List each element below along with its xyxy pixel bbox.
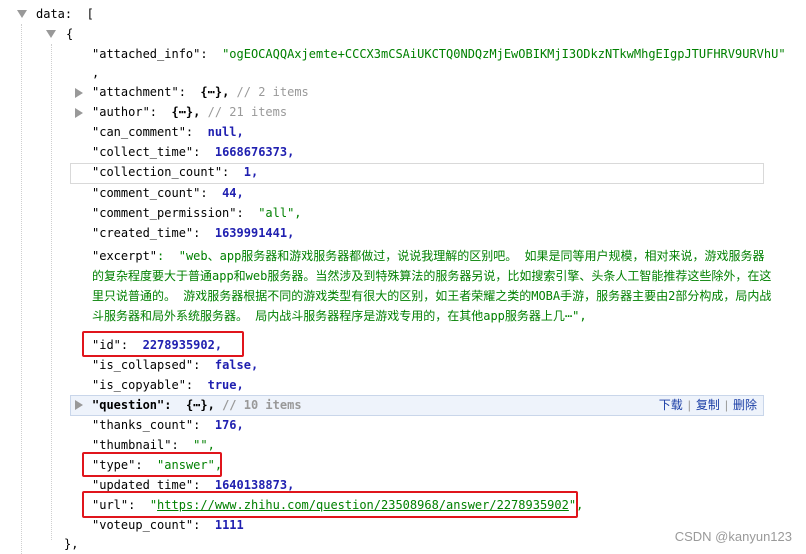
download-button[interactable]: 下载 [659,398,683,412]
collapse-toggle-icon[interactable] [75,108,83,118]
root-key-row: data: [ [36,7,94,21]
key-attached-info: "attached_info" [92,47,201,61]
expand-toggle-icon[interactable] [17,10,27,18]
key-is-collapsed: "is_collapsed" [92,358,194,372]
tree-guide-line [51,44,52,540]
collapsed-object[interactable]: {⋯}, [171,105,200,119]
key-comment-count: "comment_count" [92,186,201,200]
key-author: "author" [92,105,150,119]
field-comment-count: "comment_count": 44, [92,186,244,200]
field-created-time: "created_time": 1639991441, [92,226,295,240]
field-collection-count: "collection_count": 1, [92,165,259,179]
field-question[interactable]: "question": {⋯}, // 10 items [92,396,302,414]
field-is-collapsed: "is_collapsed": false, [92,358,259,372]
field-collect-time: "collect_time": 1668676373, [92,145,295,159]
field-thanks-count: "thanks_count": 176, [92,418,244,432]
field-comment-permission: "comment_permission": "all", [92,206,302,220]
key-excerpt: "excerpt" [92,249,158,263]
object-close-brace: }, [64,537,79,551]
tree-guide-line [21,24,22,554]
watermark: CSDN @kanyun123 [674,529,792,544]
value-thanks-count: 176, [214,418,244,432]
comma: , [92,66,100,80]
key-thanks-count: "thanks_count" [92,418,194,432]
collapsed-object[interactable]: {⋯}, [186,398,215,412]
key-is-copyable: "is_copyable" [92,378,186,392]
field-is-copyable: "is_copyable": true, [92,378,244,392]
key-can-comment: "can_comment" [92,125,186,139]
copy-button[interactable]: 复制 [696,398,720,412]
value-comment-count: 44, [222,186,244,200]
value-updated-time: 1640138873, [214,478,295,492]
key-attachment: "attachment" [92,85,179,99]
value-collection-count: 1, [243,165,259,179]
highlight-box-id [82,331,244,357]
field-attached-info: "attached_info": "ogEOCAQQAxjemte+CCCX3m… [92,47,786,61]
value-is-copyable: true, [207,378,244,392]
highlight-box-type [82,452,222,477]
key-voteup-count: "voteup_count" [92,518,194,532]
value-comment-permission: "all", [258,206,302,220]
collapse-toggle-icon[interactable] [75,400,83,410]
key-thumbnail: "thumbnail" [92,438,172,452]
value-excerpt: "web、app服务器和游戏服务器都做过，说说我理解的区别吧。 如果是同等用户规… [92,249,772,323]
items-comment: // 21 items [207,105,288,119]
row-actions: 下载 | 复制 | 删除 [659,396,757,415]
field-attachment[interactable]: "attachment": {⋯}, // 2 items [92,83,309,101]
object-open-brace: { [66,27,74,41]
highlight-box-url [82,491,578,518]
key-updated-time: "updated_time" [92,478,194,492]
delete-button[interactable]: 删除 [733,398,757,412]
key-collection-count: "collection_count" [92,165,223,179]
field-voteup-count: "voteup_count": 1111 [92,518,244,532]
value-voteup-count: 1111 [214,518,244,532]
key-created-time: "created_time" [92,226,194,240]
expand-toggle-icon[interactable] [46,30,56,38]
key-question: "question" [92,398,165,412]
collapse-toggle-icon[interactable] [75,88,83,98]
collapsed-object[interactable]: {⋯}, [200,85,229,99]
value-attached-info: "ogEOCAQQAxjemte+CCCX3mCSAiUKCTQ0NDQzMjE… [222,47,786,61]
separator: | [724,398,728,412]
items-comment: // 2 items [236,85,309,99]
value-thumbnail: "", [193,438,215,452]
key-comment-permission: "comment_permission" [92,206,237,220]
value-created-time: 1639991441, [214,226,295,240]
field-can-comment: "can_comment": null, [92,125,244,139]
field-excerpt: "excerpt": "web、app服务器和游戏服务器都做过，说说我理解的区别… [92,249,772,323]
value-can-comment: null, [207,125,244,139]
root-key: data [36,7,65,21]
field-author[interactable]: "author": {⋯}, // 21 items [92,103,287,121]
value-is-collapsed: false, [214,358,259,372]
value-collect-time: 1668676373, [214,145,295,159]
key-collect-time: "collect_time" [92,145,194,159]
root-bracket: [ [86,7,94,21]
separator: | [687,398,691,412]
items-comment: // 10 items [222,398,302,412]
